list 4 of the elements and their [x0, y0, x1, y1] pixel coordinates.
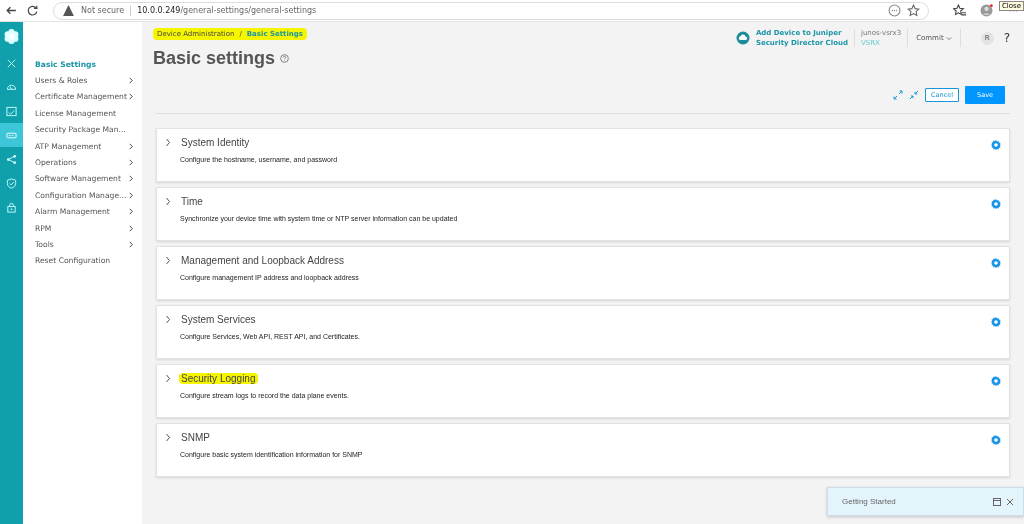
panel-title: Getting Started: [842, 497, 896, 506]
page-title: Basic settings: [153, 48, 276, 69]
url-text: 10.0.0.249/general-settings/general-settings: [137, 6, 317, 15]
security-label: Not secure: [81, 6, 125, 15]
